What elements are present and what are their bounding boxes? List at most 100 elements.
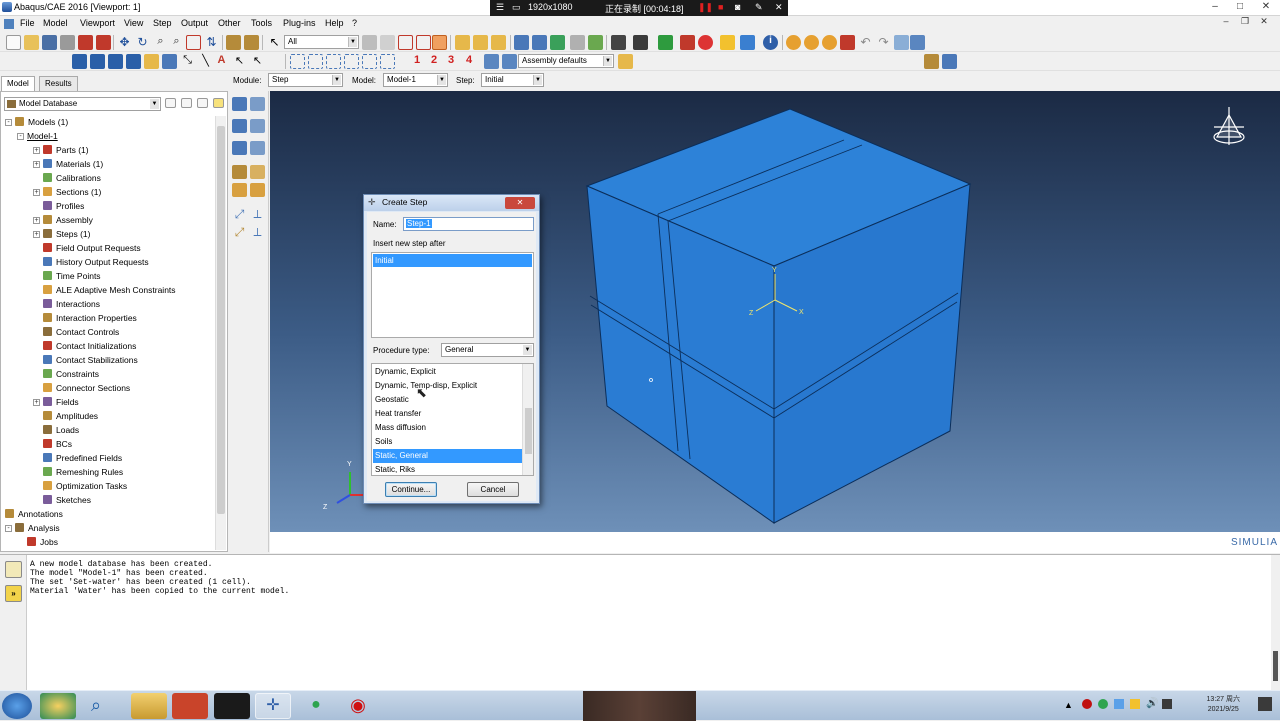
save-icon[interactable] <box>42 35 57 50</box>
tree-node[interactable]: Interaction Properties <box>33 312 137 325</box>
layout-a-icon[interactable] <box>924 54 939 69</box>
tool-a-icon[interactable] <box>786 35 801 50</box>
volume-icon[interactable]: 🔊 <box>1146 698 1158 709</box>
info-icon[interactable]: i <box>763 35 778 50</box>
step-select[interactable]: Initial ▼ <box>481 73 544 87</box>
menu-output[interactable]: Output <box>181 18 208 28</box>
tree-node[interactable]: Remeshing Rules <box>33 466 123 479</box>
tree-node[interactable]: Contact Stabilizations <box>33 354 138 367</box>
menu-file[interactable]: File <box>20 18 35 28</box>
step-manager-icon[interactable] <box>250 97 265 111</box>
select-arrow-icon[interactable]: ↖ <box>267 35 282 50</box>
collapse-icon[interactable]: - <box>5 525 12 532</box>
csys-tool-icon[interactable]: ⤢ <box>232 207 247 221</box>
ale-manager-icon[interactable] <box>250 183 265 197</box>
chevron-down-icon[interactable]: ▼ <box>533 75 542 85</box>
chevron-down-icon[interactable]: ▼ <box>150 99 159 109</box>
datum-axis-icon[interactable]: ⟂ <box>250 225 265 239</box>
remove-group-icon[interactable] <box>680 35 695 50</box>
assembly-options-icon[interactable] <box>618 54 633 69</box>
query-icon[interactable] <box>226 35 241 50</box>
tree-node[interactable]: Calibrations <box>33 172 101 185</box>
recorder-menu-icon[interactable]: ☰ <box>496 2 504 13</box>
render-wireframe-icon[interactable] <box>514 35 529 50</box>
color-code-icon[interactable] <box>720 35 735 50</box>
expand-icon[interactable]: + <box>33 161 40 168</box>
number-3-button[interactable]: 3 <box>448 54 454 66</box>
cycle-views-icon[interactable]: ⇅ <box>204 35 219 50</box>
recorder-taskbar-icon[interactable]: ◉ <box>340 693 376 719</box>
tree-node[interactable]: History Output Requests <box>33 256 149 269</box>
zoom-icon[interactable]: ⌕ <box>153 35 168 50</box>
create-field-output-icon[interactable] <box>232 119 247 133</box>
number-4-button[interactable]: 4 <box>466 54 472 66</box>
message-scrollbar[interactable] <box>1271 555 1280 691</box>
expand-icon[interactable]: + <box>33 189 40 196</box>
selection-filter-select[interactable]: All ▼ <box>284 35 359 49</box>
menu-plugins[interactable]: Plug-ins <box>283 18 316 28</box>
arrow-tool-icon[interactable]: ↖ <box>232 54 247 69</box>
tree-node[interactable]: Annotations <box>5 508 63 521</box>
module-select[interactable]: Step ▼ <box>268 73 343 87</box>
auto-fit-icon[interactable] <box>186 35 201 50</box>
tree-node[interactable]: + Materials (1) <box>33 158 103 171</box>
expand-icon[interactable]: + <box>33 147 40 154</box>
arrow-tool-2-icon[interactable]: ↖ <box>250 54 265 69</box>
expand-icon[interactable]: + <box>33 399 40 406</box>
chevron-down-icon[interactable]: ▼ <box>348 37 357 47</box>
selection-options-icon[interactable] <box>362 35 377 50</box>
step-name-input[interactable]: Step-1 <box>403 217 534 231</box>
tool-b-icon[interactable] <box>804 35 819 50</box>
notification-icon[interactable] <box>1258 697 1272 711</box>
tree-node[interactable]: - Model-1 <box>17 130 58 143</box>
minimize-icon[interactable]: – <box>1205 1 1225 14</box>
tree-node[interactable]: Field Output Requests <box>33 242 141 255</box>
tree-node[interactable]: Contact Controls <box>33 326 119 339</box>
print-icon[interactable] <box>60 35 75 50</box>
hand-tool-icon[interactable] <box>78 35 93 50</box>
render-b-icon[interactable] <box>502 54 517 69</box>
shade-edges-icon[interactable] <box>588 35 603 50</box>
tree-node[interactable]: Profiles <box>33 200 84 213</box>
tree-node[interactable]: Optimization Tasks <box>33 480 127 493</box>
chevron-down-icon[interactable]: ▼ <box>603 56 612 66</box>
perspective-icon[interactable] <box>570 35 585 50</box>
view-4-icon[interactable] <box>126 54 141 69</box>
render-style-4-icon[interactable] <box>344 54 359 69</box>
tree-node[interactable]: + Parts (1) <box>33 144 89 157</box>
search-taskbar-icon[interactable]: ⌕ <box>78 693 114 719</box>
view-front-icon[interactable] <box>473 35 488 50</box>
procedure-item[interactable]: Geostatic <box>373 393 522 407</box>
select-mode-icon[interactable] <box>432 35 447 50</box>
camera-icon[interactable]: ◙ <box>735 2 740 12</box>
message-scroll-thumb[interactable] <box>1273 651 1278 681</box>
view-6-icon[interactable] <box>162 54 177 69</box>
tree-node[interactable]: Jobs <box>17 536 58 549</box>
tree-node[interactable]: Loads <box>33 424 79 437</box>
procedure-item[interactable]: Dynamic, Temp-disp, Explicit <box>373 379 522 393</box>
tree-node[interactable]: Predefined Fields <box>33 452 122 465</box>
dialog-close-button[interactable]: ✕ <box>505 197 535 209</box>
render-style-3-icon[interactable] <box>326 54 341 69</box>
render-style-2-icon[interactable] <box>308 54 323 69</box>
box-zoom-icon[interactable]: ⌕ <box>169 35 184 50</box>
adaptive-mesh-icon[interactable] <box>232 165 247 179</box>
tab-results[interactable]: Results <box>39 76 78 91</box>
tree-scroll-thumb[interactable] <box>217 126 225 514</box>
open-folder-icon[interactable] <box>24 35 39 50</box>
tree-node[interactable]: Contact Initializations <box>33 340 136 353</box>
undo-icon[interactable]: ↶ <box>858 35 873 50</box>
menu-help[interactable]: Help <box>325 18 344 28</box>
menu-context-help[interactable]: ? <box>352 18 357 28</box>
view-top-icon[interactable] <box>491 35 506 50</box>
history-output-manager-icon[interactable] <box>250 141 265 155</box>
tool-e-icon[interactable] <box>894 35 909 50</box>
tool-c-icon[interactable] <box>822 35 837 50</box>
stop-tool-icon[interactable] <box>96 35 111 50</box>
tool-f-icon[interactable] <box>910 35 925 50</box>
assembly-display-select[interactable]: Assembly defaults ▼ <box>518 54 614 68</box>
tree-node[interactable]: + Assembly <box>33 214 93 227</box>
create-step-icon[interactable] <box>232 97 247 111</box>
tray-wechat-icon[interactable] <box>1098 699 1108 709</box>
menu-view[interactable]: View <box>124 18 143 28</box>
